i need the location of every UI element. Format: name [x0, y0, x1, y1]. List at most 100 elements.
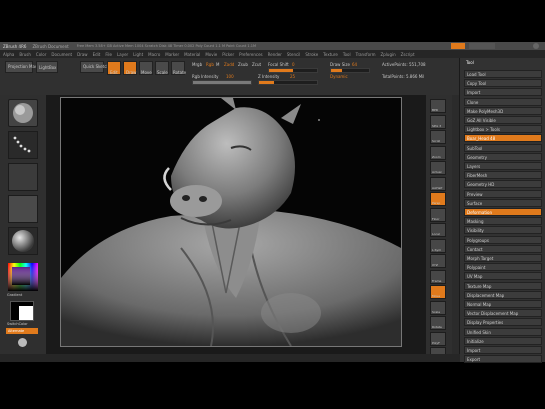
- shelf-button-xyz[interactable]: XYZ: [430, 254, 446, 268]
- menu-item-transform[interactable]: Transform: [356, 52, 376, 57]
- rgb-intensity-slider[interactable]: [192, 80, 252, 85]
- menu-item-edit[interactable]: Edit: [93, 52, 101, 57]
- shelf-button-floor[interactable]: Floor: [430, 207, 446, 222]
- focal-shift-slider[interactable]: [268, 68, 318, 73]
- menu-item-file[interactable]: File: [105, 52, 112, 57]
- shelf-button-scroll[interactable]: Scroll: [430, 130, 446, 144]
- menu-item-marker[interactable]: Marker: [165, 52, 179, 57]
- menu-item-stroke[interactable]: Stroke: [305, 52, 318, 57]
- document-canvas[interactable]: [60, 97, 402, 347]
- tool-palette-row[interactable]: Texture Map: [464, 281, 542, 290]
- menu-item-document[interactable]: Document: [51, 52, 72, 57]
- menu-item-stencil[interactable]: Stencil: [287, 52, 301, 57]
- canvas-viewport[interactable]: [46, 95, 426, 357]
- gradient-label[interactable]: Gradient: [7, 293, 22, 297]
- rotate-button[interactable]: Rotate: [171, 61, 186, 75]
- tool-palette-row[interactable]: Import: [464, 346, 542, 354]
- menu-item-zscript[interactable]: Zscript: [401, 52, 415, 57]
- switch-color-label[interactable]: SwitchColor: [7, 322, 28, 326]
- tool-palette-row[interactable]: Normal Map: [464, 300, 542, 308]
- menu-item-picker[interactable]: Picker: [222, 52, 234, 57]
- tool-palette-row[interactable]: Initialize: [464, 336, 542, 345]
- tool-palette-row[interactable]: Polygroups: [464, 235, 542, 244]
- zadd-toggle[interactable]: Zadd: [224, 62, 234, 67]
- menu-item-material[interactable]: Material: [184, 52, 200, 57]
- tool-palette-row[interactable]: Surface: [464, 198, 542, 207]
- default-zscript-button[interactable]: [469, 43, 495, 49]
- lightbox-button[interactable]: LightBox: [36, 61, 58, 73]
- tool-palette-row[interactable]: Morph Target: [464, 254, 542, 262]
- mrgb-toggle[interactable]: Mrgb: [192, 62, 202, 67]
- menus-button[interactable]: [451, 43, 465, 49]
- tool-palette-row[interactable]: Lightbox > Tools: [464, 125, 542, 134]
- menu-item-render[interactable]: Render: [268, 52, 282, 57]
- tool-palette-row[interactable]: Load Tool: [464, 70, 542, 78]
- tool-palette-row[interactable]: Display Properties: [464, 318, 542, 327]
- texture-thumbnail[interactable]: [8, 195, 38, 223]
- menu-item-color[interactable]: Color: [36, 52, 46, 57]
- move-button[interactable]: Move: [139, 61, 153, 75]
- tool-palette-row[interactable]: Vector Displacement Map: [464, 309, 542, 318]
- tool-palette-row[interactable]: SubTool: [464, 143, 542, 152]
- draw-size-slider[interactable]: [330, 68, 370, 73]
- menu-item-preferences[interactable]: Preferences: [239, 52, 263, 57]
- z-intensity-slider[interactable]: [258, 80, 318, 85]
- shelf-button-actual[interactable]: Actual: [430, 161, 446, 175]
- boar-head-sculpt[interactable]: [61, 98, 401, 346]
- menu-item-alpha[interactable]: Alpha: [3, 52, 14, 57]
- tool-palette-row[interactable]: Clone: [464, 97, 542, 106]
- shelf-button-persp[interactable]: Persp: [430, 192, 446, 206]
- tool-palette-row[interactable]: Boar_Head 48: [464, 134, 542, 143]
- tool-palette-row[interactable]: Polypaint: [464, 263, 542, 272]
- tool-palette-row[interactable]: Export: [464, 355, 542, 364]
- material-thumbnail[interactable]: [8, 227, 38, 255]
- alpha-thumbnail[interactable]: [8, 163, 38, 191]
- shelf-button-bpr[interactable]: BPR: [430, 99, 446, 113]
- menu-item-macro[interactable]: Macro: [148, 52, 160, 57]
- menu-item-movie[interactable]: Movie: [205, 52, 217, 57]
- tool-palette-row[interactable]: Unified Skin: [464, 327, 542, 336]
- m-toggle[interactable]: M: [216, 62, 219, 67]
- tool-palette-row[interactable]: Contact: [464, 244, 542, 253]
- zsub-toggle[interactable]: Zsub: [238, 62, 248, 67]
- quick-sketch-button[interactable]: Quick Sketch: [80, 61, 109, 73]
- menu-item-brush[interactable]: Brush: [19, 52, 31, 57]
- tool-palette-row[interactable]: Import: [464, 88, 542, 97]
- scale-button[interactable]: Scale: [155, 61, 169, 75]
- shelf-button-spix-3[interactable]: SPix 3: [430, 114, 446, 129]
- draw-button[interactable]: Draw: [123, 61, 137, 75]
- tool-palette-row[interactable]: Copy Tool: [464, 79, 542, 88]
- tool-palette-row[interactable]: Geometry HD: [464, 180, 542, 189]
- shelf-button-move[interactable]: Move: [430, 285, 446, 299]
- tool-palette-row[interactable]: Geometry: [464, 152, 542, 161]
- secondary-color-swatch[interactable]: [10, 301, 34, 321]
- color-picker[interactable]: [8, 263, 38, 291]
- tool-palette-row[interactable]: Displacement Map: [464, 290, 542, 299]
- shelf-button-aahalf[interactable]: AAHalf: [430, 176, 446, 191]
- tool-palette-row[interactable]: GoZ All Visible: [464, 116, 542, 124]
- tool-palette-row[interactable]: Layers: [464, 162, 542, 170]
- menu-item-zplugin[interactable]: Zplugin: [381, 52, 396, 57]
- shelf-button-polyf[interactable]: PolyF: [430, 331, 446, 346]
- brush-thumbnail[interactable]: [8, 99, 38, 127]
- tool-palette-row[interactable]: FiberMesh: [464, 171, 542, 180]
- menu-item-tool[interactable]: Tool: [343, 52, 351, 57]
- projection-master-button[interactable]: Projection Master: [5, 61, 43, 73]
- zcut-toggle[interactable]: Zcut: [252, 62, 261, 67]
- tool-palette-row[interactable]: Deformation: [464, 208, 542, 216]
- tool-palette-row[interactable]: Masking: [464, 217, 542, 226]
- rgb-toggle[interactable]: Rgb: [206, 62, 214, 67]
- tool-palette-row[interactable]: Preview: [464, 189, 542, 198]
- shelf-button-scale[interactable]: Scale: [430, 300, 446, 315]
- shelf-button-local[interactable]: Local: [430, 223, 446, 237]
- menu-item-draw[interactable]: Draw: [77, 52, 87, 57]
- menu-item-texture[interactable]: Texture: [323, 52, 338, 57]
- menu-item-layer[interactable]: Layer: [117, 52, 128, 57]
- dynamic-toggle[interactable]: Dynamic: [330, 74, 348, 79]
- primary-color-swatch[interactable]: [19, 306, 33, 320]
- alternate-button[interactable]: Alternate: [6, 328, 38, 334]
- tool-palette-row[interactable]: Make PolyMesh3D: [464, 106, 542, 115]
- edit-button[interactable]: Edit: [107, 61, 121, 75]
- tool-palette-row[interactable]: UV Map: [464, 272, 542, 281]
- close-icon[interactable]: [533, 43, 539, 49]
